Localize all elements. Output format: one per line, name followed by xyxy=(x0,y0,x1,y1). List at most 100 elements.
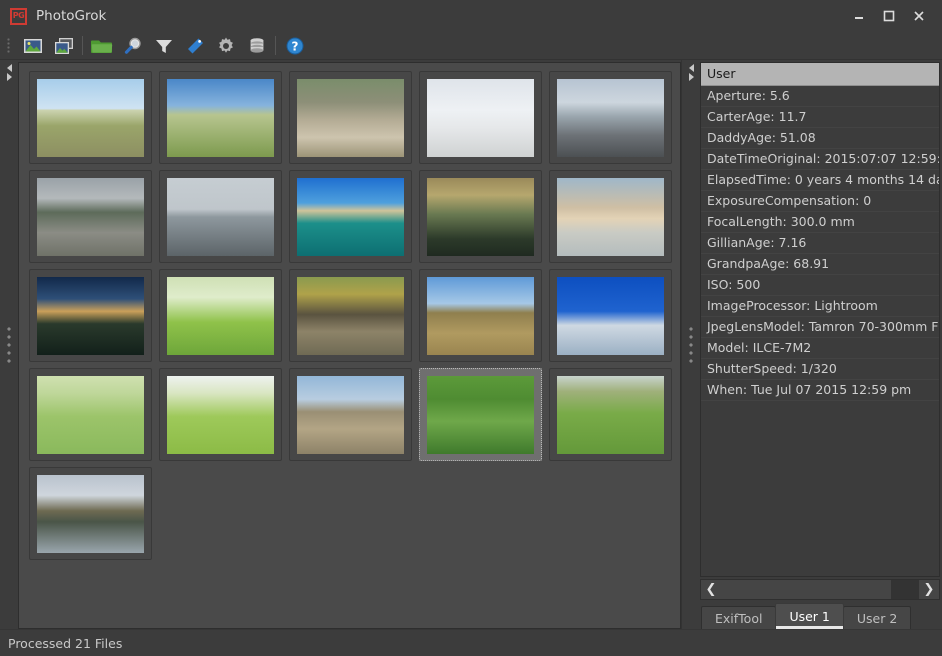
thumbnail-image[interactable] xyxy=(427,79,534,157)
scroll-left-button[interactable]: ❮ xyxy=(701,580,721,599)
help-icon[interactable]: ? xyxy=(279,33,310,58)
thumbnail-image[interactable] xyxy=(427,277,534,355)
thumbnail-image[interactable] xyxy=(37,79,144,157)
thumbnail-cell[interactable] xyxy=(549,368,672,461)
metadata-row[interactable]: JpegLensModel: Tamron 70-300mm F4 xyxy=(701,317,939,338)
thumbnail-cell[interactable] xyxy=(159,368,282,461)
thumbnail-image[interactable] xyxy=(167,178,274,256)
thumbnail-image[interactable] xyxy=(37,277,144,355)
thumbnail-cell[interactable] xyxy=(419,170,542,263)
metadata-row[interactable]: When: Tue Jul 07 2015 12:59 pm xyxy=(701,380,939,401)
thumbnail-image[interactable] xyxy=(297,277,404,355)
metadata-row[interactable]: ElapsedTime: 0 years 4 months 14 days xyxy=(701,170,939,191)
thumbnail-cell[interactable] xyxy=(29,269,152,362)
thumbnail-image[interactable] xyxy=(37,475,144,553)
thumbnail-image[interactable] xyxy=(167,277,274,355)
thumbnail-image[interactable] xyxy=(167,79,274,157)
metadata-horizontal-scrollbar[interactable]: ❮ ❯ xyxy=(700,579,940,600)
right-splitter[interactable] xyxy=(681,60,700,629)
thumbnail-cell[interactable] xyxy=(159,71,282,164)
database-icon[interactable] xyxy=(241,33,272,58)
thumbnail-cell[interactable] xyxy=(159,269,282,362)
metadata-row[interactable]: GrandpaAge: 68.91 xyxy=(701,254,939,275)
minimize-button[interactable] xyxy=(844,0,874,32)
thumbnail-cell[interactable] xyxy=(29,467,152,560)
metadata-row[interactable]: FocalLength: 300.0 mm xyxy=(701,212,939,233)
collapse-left-icon[interactable] xyxy=(7,64,12,72)
app-logo-text: PG xyxy=(13,12,24,20)
thumbnail-image[interactable] xyxy=(427,178,534,256)
settings-gear-icon[interactable] xyxy=(210,33,241,58)
thumbnail-image[interactable] xyxy=(297,376,404,454)
tag-icon[interactable] xyxy=(179,33,210,58)
thumbnail-cell[interactable] xyxy=(159,170,282,263)
collapse-right-icon[interactable] xyxy=(689,73,694,81)
thumbnail-image[interactable] xyxy=(557,79,664,157)
toolbar: ? xyxy=(0,32,942,60)
right-splitter-arrows[interactable] xyxy=(686,64,696,81)
metadata-row[interactable]: GillianAge: 7.16 xyxy=(701,233,939,254)
thumbnail-cell[interactable] xyxy=(289,269,412,362)
collapse-right-icon[interactable] xyxy=(7,73,12,81)
thumbnail-image[interactable] xyxy=(167,376,274,454)
maximize-button[interactable] xyxy=(874,0,904,32)
tab-exiftool[interactable]: ExifTool xyxy=(701,606,776,629)
metadata-row[interactable]: ShutterSpeed: 1/320 xyxy=(701,359,939,380)
scroll-thumb[interactable] xyxy=(721,580,891,599)
left-splitter-arrows[interactable] xyxy=(4,64,14,81)
window-controls xyxy=(844,0,942,32)
metadata-row[interactable]: ExposureCompensation: 0 xyxy=(701,191,939,212)
metadata-tabbar[interactable]: ExifToolUser 1User 2 xyxy=(700,603,940,629)
thumbnail-image[interactable] xyxy=(557,277,664,355)
open-image-icon[interactable] xyxy=(17,33,48,58)
thumbnail-image[interactable] xyxy=(297,79,404,157)
thumbnail-image[interactable] xyxy=(37,376,144,454)
thumbnail-image[interactable] xyxy=(37,178,144,256)
thumbnail-cell[interactable] xyxy=(29,71,152,164)
thumbnail-grid-wrapper xyxy=(18,62,681,629)
scroll-track[interactable] xyxy=(721,580,919,599)
thumbnail-image[interactable] xyxy=(557,178,664,256)
metadata-row[interactable]: Aperture: 5.6 xyxy=(701,86,939,107)
scroll-right-button[interactable]: ❯ xyxy=(919,580,939,599)
app-window: PG PhotoGrok xyxy=(0,0,942,656)
thumbnail-cell-selected[interactable] xyxy=(419,368,542,461)
svg-text:?: ? xyxy=(291,39,298,53)
collapse-left-icon[interactable] xyxy=(689,64,694,72)
thumbnail-grid[interactable] xyxy=(18,62,681,629)
thumbnail-cell[interactable] xyxy=(289,170,412,263)
toolbar-separator-2 xyxy=(275,36,276,55)
metadata-row[interactable]: DateTimeOriginal: 2015:07:07 12:59:31 xyxy=(701,149,939,170)
thumbnail-image[interactable] xyxy=(557,376,664,454)
metadata-row[interactable]: DaddyAge: 51.08 xyxy=(701,128,939,149)
thumbnail-cell[interactable] xyxy=(289,71,412,164)
thumbnail-cell[interactable] xyxy=(549,71,672,164)
open-folder-icon[interactable] xyxy=(86,33,117,58)
filter-icon[interactable] xyxy=(148,33,179,58)
metadata-list[interactable]: User Aperture: 5.6CarterAge: 11.7DaddyAg… xyxy=(700,62,940,577)
thumbnail-cell[interactable] xyxy=(29,368,152,461)
metadata-row[interactable]: ISO: 500 xyxy=(701,275,939,296)
left-splitter-grip[interactable] xyxy=(0,325,18,365)
open-images-icon[interactable] xyxy=(48,33,79,58)
right-splitter-grip[interactable] xyxy=(682,325,700,365)
close-button[interactable] xyxy=(904,0,934,32)
metadata-panel: User Aperture: 5.6CarterAge: 11.7DaddyAg… xyxy=(700,62,940,629)
metadata-row[interactable]: ImageProcessor: Lightroom xyxy=(701,296,939,317)
thumbnail-cell[interactable] xyxy=(419,71,542,164)
search-icon[interactable] xyxy=(117,33,148,58)
thumbnail-image[interactable] xyxy=(427,376,534,454)
thumbnail-cell[interactable] xyxy=(29,170,152,263)
thumbnail-cell[interactable] xyxy=(419,269,542,362)
tab-user-2[interactable]: User 2 xyxy=(843,606,911,629)
thumbnail-image[interactable] xyxy=(297,178,404,256)
metadata-row[interactable]: Model: ILCE-7M2 xyxy=(701,338,939,359)
status-text: Processed 21 Files xyxy=(8,636,122,651)
thumbnail-cell[interactable] xyxy=(549,269,672,362)
tab-user-1[interactable]: User 1 xyxy=(775,603,843,629)
thumbnail-cell[interactable] xyxy=(549,170,672,263)
thumbnail-cell[interactable] xyxy=(289,368,412,461)
metadata-row[interactable]: CarterAge: 11.7 xyxy=(701,107,939,128)
toolbar-grip[interactable] xyxy=(3,34,14,58)
left-splitter[interactable] xyxy=(0,60,18,629)
